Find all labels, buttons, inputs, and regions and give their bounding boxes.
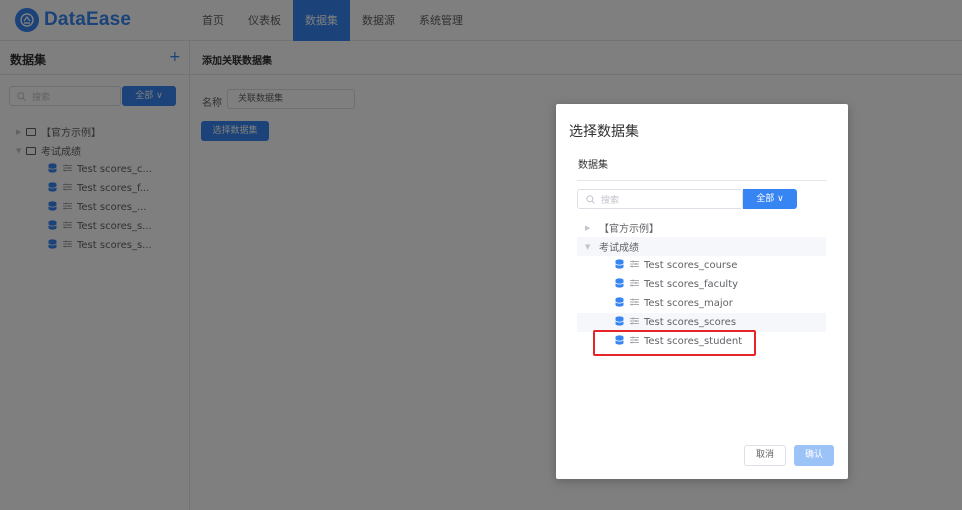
dialog-filter-dropdown[interactable]: 全部 ∨ bbox=[743, 189, 797, 209]
dialog-divider bbox=[577, 180, 827, 181]
dialog-tree-folder-exam-scores[interactable]: ▼ 考试成绩 bbox=[577, 237, 826, 256]
dialog-dataset-item[interactable]: Test scores_faculty bbox=[577, 275, 826, 294]
highlight-annotation-box bbox=[593, 330, 756, 356]
tree-folder-label: 【官方示例】 bbox=[599, 224, 659, 235]
caret-down-icon: ▼ bbox=[585, 242, 591, 251]
dialog-search-input[interactable]: 搜索 bbox=[577, 189, 743, 209]
search-placeholder: 搜索 bbox=[601, 196, 620, 206]
database-icon bbox=[615, 259, 624, 272]
sliders-icon bbox=[630, 298, 639, 309]
dialog-dataset-item[interactable]: Test scores_course bbox=[577, 256, 826, 275]
sliders-icon bbox=[630, 317, 639, 328]
dialog-title: 选择数据集 bbox=[569, 124, 639, 140]
cancel-button[interactable]: 取消 bbox=[744, 445, 786, 466]
tree-folder-label: 考试成绩 bbox=[599, 243, 639, 254]
dialog-section-label: 数据集 bbox=[578, 160, 608, 171]
confirm-button[interactable]: 确认 bbox=[794, 445, 834, 466]
database-icon bbox=[615, 278, 624, 291]
dataset-label: Test scores_course bbox=[644, 260, 738, 271]
caret-right-icon: ▶ bbox=[585, 223, 591, 232]
dialog-dataset-item[interactable]: Test scores_major bbox=[577, 294, 826, 313]
select-dataset-dialog: 选择数据集 数据集 搜索 全部 ∨ ▶ 【官方示例】 ▼ 考试成绩 Test s… bbox=[556, 104, 848, 479]
database-icon bbox=[615, 297, 624, 310]
sliders-icon bbox=[630, 279, 639, 290]
dataset-label: Test scores_scores bbox=[644, 317, 737, 328]
dataset-label: Test scores_major bbox=[644, 298, 733, 309]
dialog-tree-folder-official-examples[interactable]: ▶ 【官方示例】 bbox=[577, 218, 826, 237]
database-icon bbox=[615, 316, 624, 329]
sliders-icon bbox=[630, 260, 639, 271]
dataset-label: Test scores_faculty bbox=[644, 279, 739, 290]
search-icon bbox=[586, 194, 595, 207]
